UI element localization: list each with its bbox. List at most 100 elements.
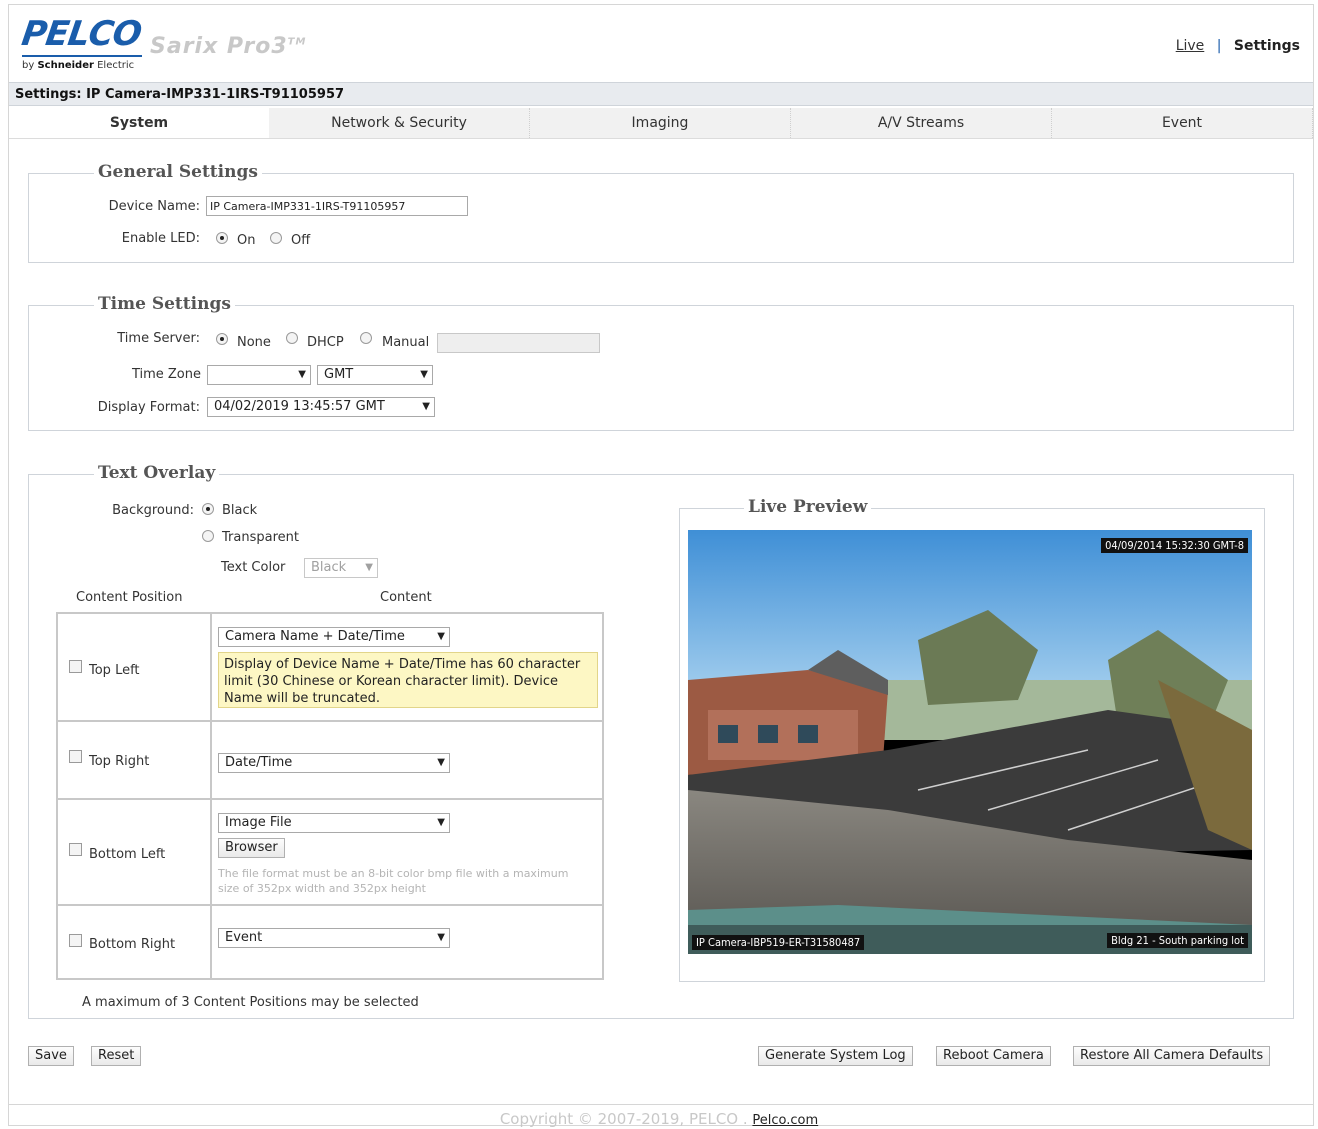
bottom-right-checkbox[interactable] — [69, 934, 82, 947]
image-file-hint: The file format must be an 8-bit color b… — [218, 867, 569, 895]
reset-button[interactable]: Reset — [91, 1046, 142, 1066]
chevron-down-icon: ▼ — [437, 631, 445, 642]
time-server-label: Time Server: — [117, 331, 200, 346]
text-color-select[interactable]: Black ▼ — [304, 558, 378, 578]
chevron-down-icon: ▼ — [365, 562, 373, 573]
preview-camera-name-overlay: IP Camera-IBP519-ER-T31580487 — [692, 935, 865, 950]
trademark: TM — [287, 36, 307, 48]
text-color-value: Black — [311, 560, 347, 575]
generate-system-log-button[interactable]: Generate System Log — [758, 1046, 913, 1066]
browser-button[interactable]: Browser — [218, 838, 285, 858]
logo-underline — [22, 55, 142, 57]
time-server-none-label: None — [237, 335, 271, 350]
settings-tabs: System Network & Security Imaging A/V St… — [9, 108, 1313, 139]
tab-network-security[interactable]: Network & Security — [269, 108, 530, 138]
table-row: Top Left Camera Name + Date/Time ▼ Displa… — [58, 614, 602, 722]
chevron-down-icon: ▼ — [298, 369, 306, 380]
bottom-right-content-select[interactable]: Event ▼ — [218, 928, 450, 948]
led-on-radio[interactable] — [216, 232, 228, 244]
time-server-dhcp-label: DHCP — [307, 335, 344, 350]
tagline-brand: Schneider — [37, 60, 94, 71]
display-format-label: Display Format: — [97, 400, 200, 415]
top-left-checkbox[interactable] — [69, 660, 82, 673]
preview-timestamp-overlay: 04/09/2014 15:32:30 GMT-8 — [1101, 538, 1248, 553]
tab-system[interactable]: System — [9, 108, 269, 138]
max-positions-note: A maximum of 3 Content Positions may be … — [82, 995, 419, 1010]
preview-location-overlay: Bldg 21 - South parking lot — [1107, 933, 1248, 948]
led-off-radio[interactable] — [270, 232, 282, 244]
general-settings-section — [28, 173, 1294, 263]
content-cell — [210, 722, 212, 798]
restore-defaults-button[interactable]: Restore All Camera Defaults — [1073, 1046, 1271, 1066]
top-left-label: Top Left — [89, 663, 140, 678]
content-cell — [210, 614, 212, 720]
time-zone-label: Time Zone — [131, 367, 201, 382]
schneider-tagline: by Schneider Electric — [22, 60, 134, 71]
bottom-left-checkbox[interactable] — [69, 843, 82, 856]
nav-live-link[interactable]: Live — [1176, 38, 1205, 54]
time-server-none-radio[interactable] — [216, 333, 228, 345]
time-server-manual-label: Manual — [382, 335, 430, 350]
background-transparent-radio[interactable] — [202, 530, 214, 542]
time-settings-legend: Time Settings — [94, 294, 235, 314]
display-format-select[interactable]: 04/02/2019 13:45:57 GMT ▼ — [207, 397, 435, 417]
manual-time-server-input[interactable] — [437, 333, 600, 353]
chevron-down-icon: ▼ — [420, 369, 428, 380]
time-server-dhcp-radio[interactable] — [286, 332, 298, 344]
text-color-label: Text Color — [221, 560, 286, 575]
bottom-left-content-select[interactable]: Image File ▼ — [218, 813, 450, 833]
bottom-right-label: Bottom Right — [89, 937, 176, 952]
time-zone-region-select[interactable]: ▼ — [207, 365, 311, 385]
time-zone-select[interactable]: GMT ▼ — [317, 365, 433, 385]
bottom-left-content-value: Image File — [225, 815, 292, 830]
table-row: Bottom Left Image File ▼ Browser The file… — [58, 800, 602, 906]
camera-scene — [688, 530, 1252, 954]
nav-separator: | — [1216, 38, 1222, 54]
content-position-table: Top Left Camera Name + Date/Time ▼ Displa… — [56, 612, 604, 980]
background-black-label: Black — [222, 503, 258, 518]
top-left-content-select[interactable]: Camera Name + Date/Time ▼ — [218, 627, 450, 647]
device-name-input[interactable] — [206, 196, 468, 216]
time-server-manual-radio[interactable] — [360, 332, 372, 344]
reboot-camera-button[interactable]: Reboot Camera — [936, 1046, 1051, 1066]
tab-av-streams[interactable]: A/V Streams — [791, 108, 1052, 138]
character-limit-note: Display of Device Name + Date/Time has 6… — [218, 652, 598, 708]
content-position-header: Content Position — [76, 590, 183, 605]
top-nav: Live | Settings — [1176, 38, 1300, 54]
top-right-checkbox[interactable] — [69, 750, 82, 763]
bottom-left-label: Bottom Left — [89, 847, 166, 862]
live-preview-legend: Live Preview — [744, 497, 872, 517]
led-on-label: On — [237, 233, 256, 248]
time-zone-value: GMT — [324, 367, 354, 382]
background-black-radio[interactable] — [202, 503, 214, 515]
background-label: Background: — [112, 503, 194, 518]
footer: Copyright © 2007-2019, PELCO . Pelco.com — [0, 1110, 1318, 1128]
tagline-suffix: Electric — [97, 60, 135, 71]
pelco-link[interactable]: Pelco.com — [752, 1113, 818, 1128]
save-button[interactable]: Save — [28, 1046, 74, 1066]
nav-settings-current: Settings — [1233, 38, 1300, 54]
led-off-label: Off — [291, 233, 311, 248]
footer-divider — [9, 1104, 1313, 1105]
product-label: Sarix Pro3 — [150, 34, 288, 59]
table-row: Top Right Date/Time ▼ — [58, 722, 602, 800]
content-cell — [210, 906, 212, 978]
background-transparent-label: Transparent — [222, 530, 299, 545]
display-format-value: 04/02/2019 13:45:57 GMT — [214, 399, 385, 414]
device-name-label: Device Name: — [108, 199, 200, 214]
enable-led-label: Enable LED: — [121, 231, 200, 246]
content-cell — [210, 800, 212, 904]
tab-event[interactable]: Event — [1052, 108, 1313, 138]
page-title: Settings: IP Camera-IMP331-1IRS-T9110595… — [9, 82, 1313, 106]
text-overlay-legend: Text Overlay — [94, 463, 220, 483]
chevron-down-icon: ▼ — [437, 932, 445, 943]
product-name: Sarix Pro3TM — [150, 34, 306, 59]
content-header: Content — [380, 590, 432, 605]
tab-imaging[interactable]: Imaging — [530, 108, 791, 138]
table-row: Bottom Right Event ▼ — [58, 906, 602, 978]
top-left-content-value: Camera Name + Date/Time — [225, 629, 405, 644]
top-right-content-select[interactable]: Date/Time ▼ — [218, 753, 450, 773]
pelco-logo: PELCO — [19, 14, 144, 54]
tagline-prefix: by — [22, 60, 35, 71]
chevron-down-icon: ▼ — [437, 817, 445, 828]
